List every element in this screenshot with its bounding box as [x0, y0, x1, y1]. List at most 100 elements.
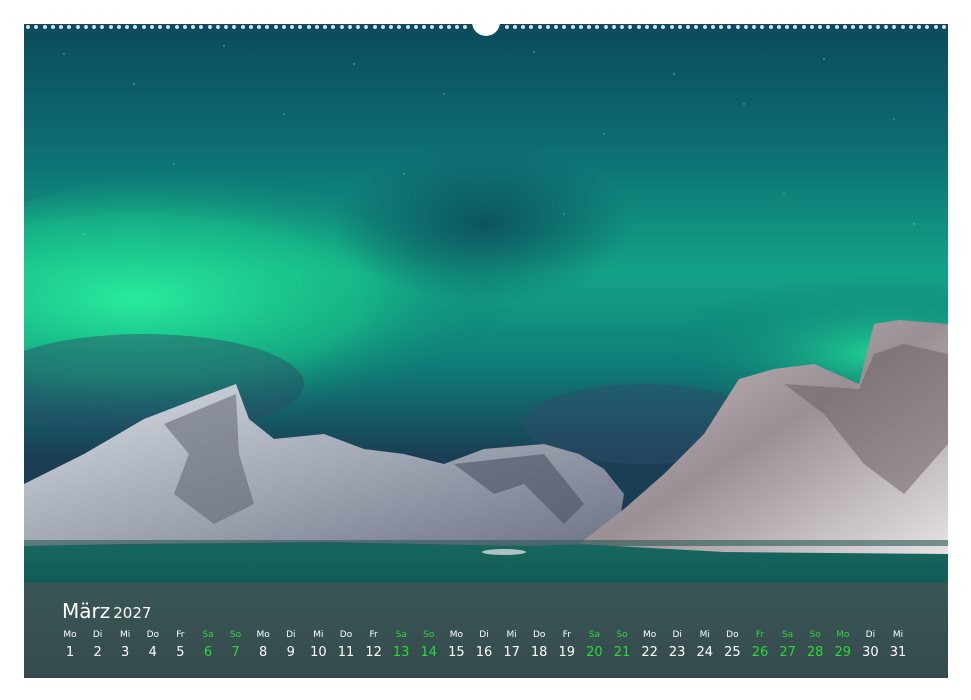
day-cell: So 21 — [610, 629, 634, 661]
binding-dot — [768, 25, 773, 29]
binding-dot — [644, 25, 649, 29]
binding-dot — [719, 25, 723, 29]
binding-dot — [422, 25, 426, 29]
day-cell: Do 4 — [141, 629, 165, 661]
binding-dot — [438, 25, 443, 29]
weekday-label: Di — [286, 630, 296, 640]
day-number: 29 — [834, 645, 852, 660]
binding-dot — [818, 25, 822, 29]
days-row: Mo 1 Di 2 Mi 3 Do 4 Fr 5 Sa 6 So 7 Mo 8 Di 9 Mi 10 Do 11 Fr 12 S… — [58, 629, 938, 669]
aurora-landscape-photo — [24, 24, 948, 678]
day-cell: Fr 26 — [748, 629, 772, 661]
binding-dot — [158, 25, 162, 29]
binding-dot — [859, 25, 864, 29]
binding-dot — [933, 25, 938, 29]
binding-dot — [570, 25, 575, 29]
day-cell: Di 9 — [279, 629, 303, 661]
binding-dot — [595, 25, 600, 29]
day-number: 9 — [286, 645, 295, 660]
binding-dot — [59, 25, 63, 29]
binding-dot — [166, 25, 171, 29]
day-cell: Sa 13 — [389, 629, 413, 661]
day-cell: So 7 — [224, 629, 248, 661]
weekday-label: Sa — [588, 630, 600, 640]
binding-dot — [785, 25, 789, 29]
weekday-label: So — [809, 630, 821, 640]
binding-dot — [413, 25, 418, 29]
day-cell: Sa 27 — [776, 629, 800, 661]
weekday-label: Fr — [755, 630, 765, 640]
day-cell: Mi 31 — [886, 629, 910, 661]
calendar-strip: März 2027 Mo 1 Di 2 Mi 3 Do 4 Fr 5 Sa 6 So 7 Mo 8 Di 9 Mi 10… — [24, 583, 948, 678]
day-number: 1 — [65, 645, 75, 660]
binding-dot — [67, 25, 72, 29]
binding-dot — [925, 25, 930, 29]
day-number: 18 — [530, 645, 548, 660]
day-cell: Mi 10 — [306, 629, 330, 661]
binding-dot — [702, 25, 707, 29]
binding-dot — [50, 25, 55, 29]
weekday-label: Mo — [642, 630, 657, 640]
binding-dot — [108, 25, 113, 29]
binding-dot — [174, 25, 179, 29]
day-cell: Fr 12 — [362, 629, 386, 661]
binding-dot — [743, 25, 748, 29]
weekday-label: Di — [672, 630, 682, 640]
binding-dot — [306, 25, 311, 29]
weekday-label: Mo — [256, 630, 270, 640]
binding-dot — [504, 25, 509, 29]
day-number: 28 — [806, 645, 824, 660]
binding-dot — [42, 25, 47, 29]
day-cell: Mo 8 — [251, 629, 275, 661]
binding-dot — [290, 25, 294, 29]
weekday-label: So — [423, 630, 435, 640]
day-cell: Do 25 — [720, 629, 744, 661]
binding-dot — [677, 25, 682, 29]
day-cell: Sa 20 — [582, 629, 606, 661]
day-number: 16 — [475, 645, 493, 660]
weekday-label: Do — [146, 630, 160, 640]
binding-dot — [133, 25, 138, 29]
day-cell: So 14 — [417, 629, 441, 661]
weekday-label: Mi — [120, 630, 131, 640]
day-number: 13 — [392, 645, 410, 660]
day-number: 4 — [148, 645, 157, 660]
weekday-label: Di — [865, 630, 876, 640]
binding-dot — [26, 25, 30, 29]
day-number: 10 — [310, 645, 327, 660]
binding-dot — [191, 25, 195, 29]
binding-dot — [339, 25, 344, 29]
day-number: 20 — [586, 645, 603, 660]
day-number: 21 — [613, 645, 631, 660]
binding-dot — [900, 25, 905, 29]
binding-dot — [356, 25, 360, 29]
day-number: 23 — [668, 645, 686, 660]
binding-dot — [842, 25, 847, 29]
binding-dot — [669, 25, 674, 29]
binding-dot — [710, 25, 715, 29]
weekday-label: Do — [726, 630, 739, 640]
day-cell: Mo 29 — [831, 629, 855, 661]
binding-dot — [801, 25, 806, 29]
binding-dot — [83, 25, 88, 29]
binding-dot — [281, 25, 286, 29]
binding-dot — [851, 25, 855, 29]
binding-dot — [405, 25, 410, 29]
binding-dot — [199, 25, 204, 29]
day-cell: Mi 24 — [693, 629, 717, 661]
binding-dot — [215, 25, 220, 29]
day-number: 12 — [365, 645, 382, 660]
day-number: 11 — [337, 645, 355, 660]
binding-dot — [537, 25, 542, 29]
day-number: 5 — [176, 645, 185, 660]
binding-dot — [521, 25, 525, 29]
binding-dot — [265, 25, 270, 29]
day-number: 26 — [751, 645, 769, 660]
day-number: 25 — [724, 645, 741, 660]
binding-dot — [240, 25, 245, 29]
binding-dot — [149, 25, 154, 29]
binding-dot — [892, 25, 897, 29]
binding-dot — [232, 25, 237, 29]
weekday-label: Fr — [369, 630, 378, 640]
binding-dot — [512, 25, 517, 29]
